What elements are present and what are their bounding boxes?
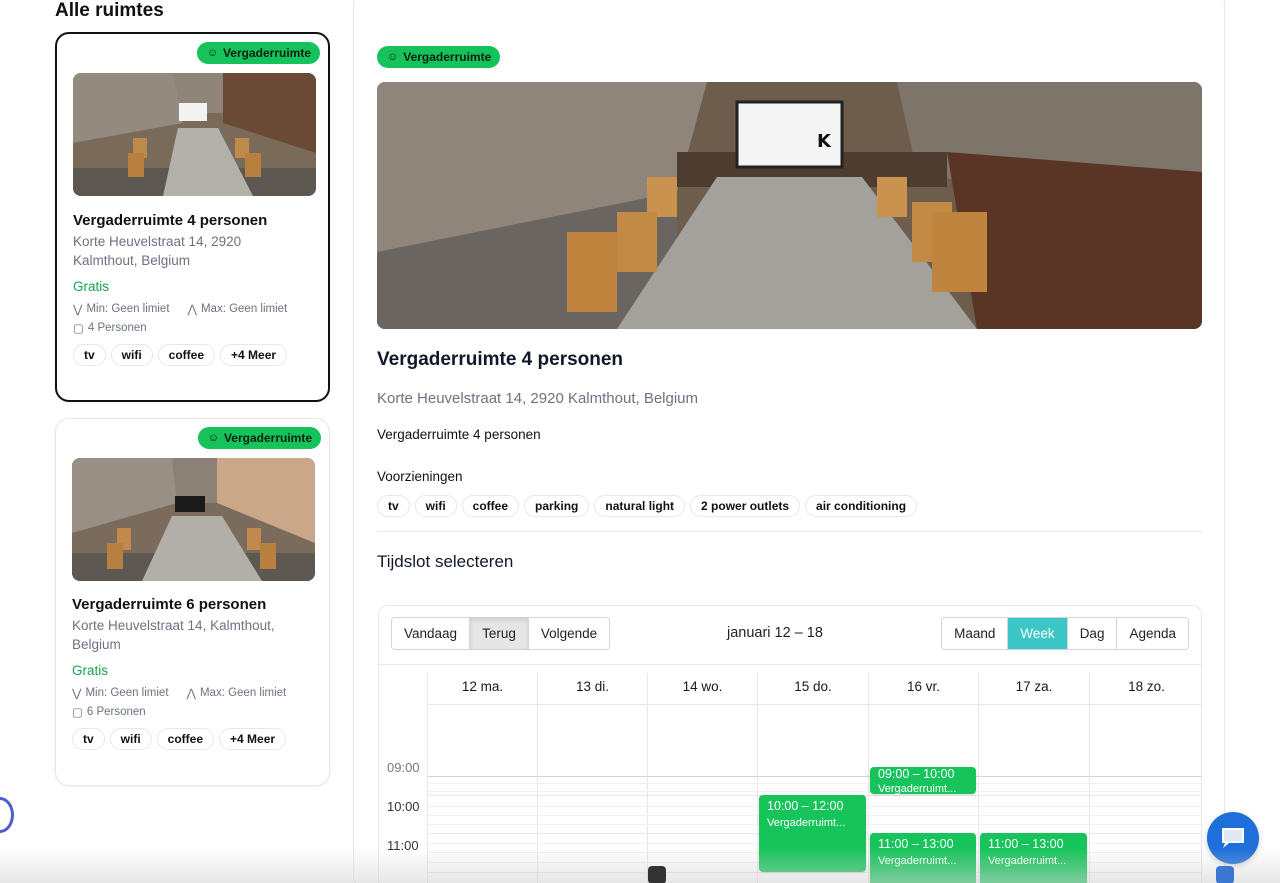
week-grid: 12 ma. 13 di. 14 wo. 15 do. 16 vr. 17 za… xyxy=(379,664,1201,883)
grid-line xyxy=(427,783,1201,784)
time-label-0900: 09:00 xyxy=(387,760,420,775)
room-title: Vergaderruimte 4 personen xyxy=(377,349,624,370)
svg-text:K: K xyxy=(817,131,832,152)
grid-line xyxy=(427,791,1201,792)
users-icon: ☺ xyxy=(206,47,218,59)
sidebar-title: Alle ruimtes xyxy=(55,0,164,21)
day-column[interactable] xyxy=(537,777,647,883)
allday-cell[interactable] xyxy=(427,705,537,777)
person-square-icon: ▢ xyxy=(73,323,84,335)
view-day-button[interactable]: Dag xyxy=(1067,618,1118,649)
day-header-18: 18 zo. xyxy=(1089,673,1201,705)
day-column[interactable] xyxy=(427,777,537,883)
chat-button[interactable] xyxy=(1207,812,1259,864)
person-square-icon: ▢ xyxy=(72,707,83,719)
amenity-chip: tv xyxy=(72,728,105,750)
day-header-14: 14 wo. xyxy=(647,673,757,705)
allday-cell[interactable] xyxy=(978,705,1089,777)
amenity-chip: wifi xyxy=(109,728,152,750)
chevrons-down-icon: ⋁ xyxy=(72,688,82,700)
amenity-chip: tv xyxy=(73,344,106,366)
assistant-bubble[interactable] xyxy=(0,797,14,833)
today-button[interactable]: Vandaag xyxy=(392,618,471,649)
room-card-6-personen[interactable]: ☺ Vergaderruimte Vergaderruimte 6 person… xyxy=(55,418,330,786)
day-header-17: 17 za. xyxy=(978,673,1089,705)
amenity-chips: tv wifi coffee +4 Meer xyxy=(73,344,288,366)
day-header-16: 16 vr. xyxy=(868,673,978,705)
calendar-event[interactable]: 11:00 – 13:00 Vergaderruimt... xyxy=(980,833,1087,883)
facility-chip: coffee xyxy=(461,495,520,517)
day-column[interactable] xyxy=(1089,777,1201,883)
calendar-nav: Vandaag Terug Volgende xyxy=(391,617,611,650)
facility-chip: 2 power outlets xyxy=(690,495,801,517)
facility-chip: tv xyxy=(377,495,410,517)
room-type-badge: ☺ Vergaderruimte xyxy=(196,42,320,64)
room-hero-photo: K xyxy=(377,82,1202,329)
chevrons-down-icon: ⋁ xyxy=(73,304,83,316)
calendar-view-switch: Maand Week Dag Agenda xyxy=(941,617,1189,650)
room-type-badge: ☺ Vergaderruimte xyxy=(377,46,501,68)
room-type-badge: ☺ Vergaderruimte xyxy=(197,427,321,449)
booking-limits: ⋁ Min: Geen limiet ⋀ Max: Geen limiet xyxy=(72,687,287,700)
room-photo xyxy=(72,458,315,581)
room-photo xyxy=(73,73,316,196)
facilities-label: Voorzieningen xyxy=(377,469,463,484)
room-price: Gratis xyxy=(73,279,110,294)
room-detail-panel: ☺ Vergaderruimte K Vergaderruimte 4 pers… xyxy=(353,0,1225,883)
facility-chip: parking xyxy=(524,495,590,517)
chevrons-up-icon: ⋀ xyxy=(186,688,196,700)
facility-chip: air conditioning xyxy=(805,495,918,517)
booking-calendar: Vandaag Terug Volgende januari 12 – 18 M… xyxy=(378,605,1202,883)
users-icon: ☺ xyxy=(207,432,219,444)
calendar-range: januari 12 – 18 xyxy=(727,625,823,641)
facility-chip: natural light xyxy=(594,495,686,517)
room-price: Gratis xyxy=(72,663,109,678)
more-amenities-chip[interactable]: +4 Meer xyxy=(219,728,287,750)
room-card-4-personen[interactable]: ☺ Vergaderruimte Vergaderruimte 4 person… xyxy=(55,32,330,402)
facility-chip: wifi xyxy=(414,495,457,517)
next-button[interactable]: Volgende xyxy=(528,618,610,649)
allday-cell[interactable] xyxy=(757,705,868,777)
users-icon: ☺ xyxy=(387,51,399,63)
chevrons-up-icon: ⋀ xyxy=(187,304,197,316)
chat-icon xyxy=(1222,828,1244,848)
allday-cell[interactable] xyxy=(1089,705,1201,777)
view-agenda-button[interactable]: Agenda xyxy=(1117,618,1188,649)
more-amenities-chip[interactable]: +4 Meer xyxy=(220,344,288,366)
day-header-12: 12 ma. xyxy=(427,673,537,705)
view-week-button[interactable]: Week xyxy=(1008,618,1068,649)
room-description: Vergaderruimte 4 personen xyxy=(377,427,541,442)
room-title: Vergaderruimte 6 personen xyxy=(72,596,267,613)
time-label-1100: 11:00 xyxy=(387,838,419,853)
room-address: Korte Heuvelstraat 14, Kalmthout, Belgiu… xyxy=(72,618,275,652)
room-capacity: ▢ 4 Personen xyxy=(73,322,147,335)
amenity-chip: coffee xyxy=(157,344,216,366)
booking-limits: ⋁ Min: Geen limiet ⋀ Max: Geen limiet xyxy=(73,303,288,316)
back-button[interactable]: Terug xyxy=(470,618,529,649)
day-header-15: 15 do. xyxy=(757,673,868,705)
view-month-button[interactable]: Maand xyxy=(942,618,1009,649)
room-capacity: ▢ 6 Personen xyxy=(72,706,146,719)
calendar-event[interactable]: 10:00 – 12:00 Vergaderruimt... xyxy=(759,795,866,872)
allday-cell[interactable] xyxy=(537,705,647,777)
amenity-chips: tv wifi coffee +4 Meer xyxy=(72,728,287,750)
room-title: Vergaderruimte 4 personen xyxy=(73,212,268,229)
room-address: Korte Heuvelstraat 14, 2920 Kalmthout, B… xyxy=(377,390,699,407)
timeslot-title: Tijdslot selecteren xyxy=(377,552,514,571)
room-address: Korte Heuvelstraat 14, 2920 Kalmthout, B… xyxy=(73,234,242,268)
amenity-chip: coffee xyxy=(156,728,215,750)
dock-app-icon[interactable] xyxy=(648,866,666,883)
time-label-1000: 10:00 xyxy=(387,799,420,814)
dock-app-icon[interactable] xyxy=(1216,866,1234,883)
divider xyxy=(377,531,1202,532)
day-header-13: 13 di. xyxy=(537,673,647,705)
amenity-chip: wifi xyxy=(110,344,153,366)
calendar-event[interactable]: 09:00 – 10:00 Vergaderruimt... xyxy=(870,767,976,795)
facility-chips: tv wifi coffee parking natural light 2 p… xyxy=(377,495,918,517)
allday-cell[interactable] xyxy=(647,705,757,777)
calendar-event[interactable]: 11:00 – 13:00 Vergaderruimt... xyxy=(870,833,976,883)
